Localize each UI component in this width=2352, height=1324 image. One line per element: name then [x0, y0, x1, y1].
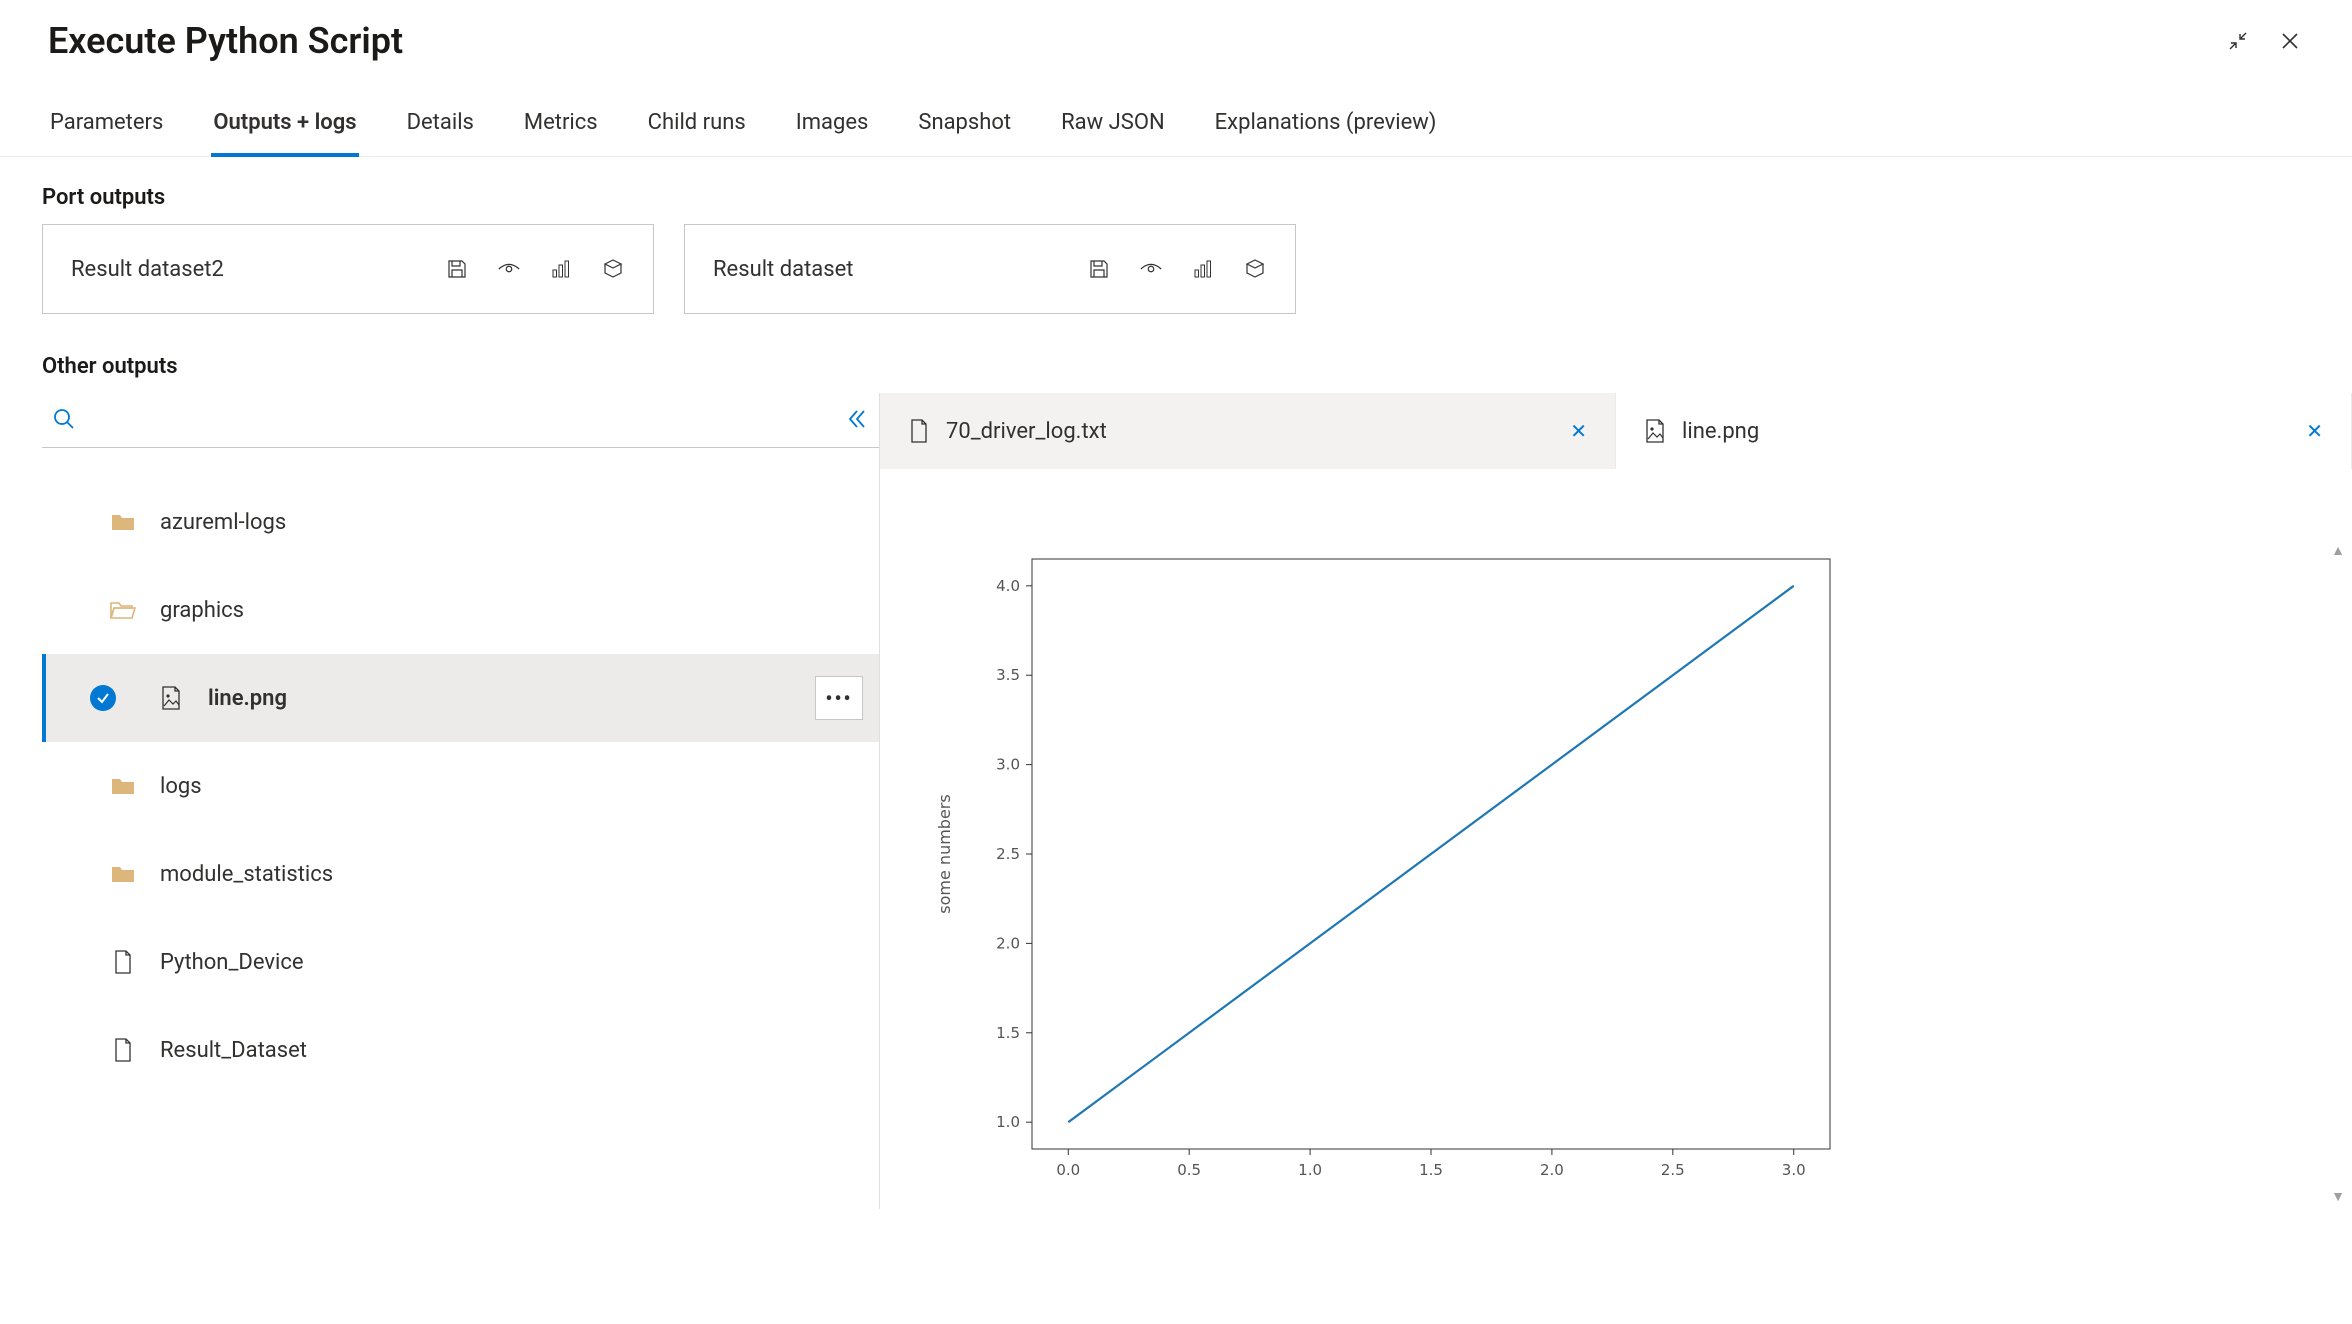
line-chart: 0.0 0.5 1.0 1.5 2.0 2.5 3.0 1.0 1.5 2.0 2.5 3.0 3.5 4… [920, 529, 1850, 1209]
tab-outputs-logs[interactable]: Outputs + logs [211, 110, 358, 157]
port-output-card: Result dataset2 [42, 224, 654, 314]
chart-ylabel: some numbers [935, 794, 954, 913]
chart-xtick: 3.0 [1782, 1161, 1806, 1179]
image-icon [1644, 420, 1666, 442]
other-outputs-heading: Other outputs [42, 354, 2310, 379]
port-output-label: Result dataset2 [71, 257, 445, 282]
vertical-scrollbar[interactable]: ▲ ▼ [2324, 537, 2352, 1209]
save-icon[interactable] [1087, 257, 1111, 281]
tree-item-label: Python_Device [160, 950, 304, 975]
visualize-icon[interactable] [549, 257, 573, 281]
chart-ytick: 2.5 [996, 845, 1020, 863]
tree-item-logs[interactable]: logs [42, 742, 879, 830]
preview-icon[interactable] [497, 257, 521, 281]
file-tab-line-png[interactable]: line.png ✕ [1616, 393, 2352, 469]
chart-ytick: 2.0 [996, 934, 1020, 952]
folder-open-icon [110, 597, 136, 623]
port-output-label: Result dataset [713, 257, 1087, 282]
page-title: Execute Python Script [48, 20, 2224, 62]
file-icon [110, 1037, 136, 1063]
tab-images[interactable]: Images [794, 110, 871, 156]
folder-icon [110, 861, 136, 887]
scroll-up-icon[interactable]: ▲ [2324, 537, 2352, 563]
tab-snapshot[interactable]: Snapshot [916, 110, 1013, 156]
chart-ytick: 3.5 [996, 666, 1020, 684]
file-tab-label: line.png [1682, 419, 2290, 444]
tree-item-result-dataset[interactable]: Result_Dataset [42, 1006, 879, 1094]
tab-details[interactable]: Details [405, 110, 476, 156]
save-icon[interactable] [445, 257, 469, 281]
tree-item-label: logs [160, 774, 202, 799]
tree-item-label: azureml-logs [160, 510, 286, 535]
chart-ytick: 4.0 [996, 577, 1020, 595]
chart-ytick: 1.5 [996, 1024, 1020, 1042]
checkmark-icon [90, 685, 116, 711]
tab-explanations-preview-[interactable]: Explanations (preview) [1213, 110, 1439, 156]
chart-series [1068, 586, 1793, 1122]
search-icon[interactable] [50, 405, 78, 433]
chart-xtick: 0.0 [1056, 1161, 1080, 1179]
tree-item-label: Result_Dataset [160, 1038, 307, 1063]
tree-item-line-png[interactable]: line.png ••• [42, 654, 879, 742]
chart-xtick: 2.5 [1661, 1161, 1685, 1179]
restore-icon[interactable] [2224, 27, 2252, 55]
tree-item-module-statistics[interactable]: module_statistics [42, 830, 879, 918]
port-output-card: Result dataset [684, 224, 1296, 314]
chart-xtick: 1.0 [1298, 1161, 1322, 1179]
port-outputs-heading: Port outputs [42, 185, 2310, 210]
tree-item-python-device[interactable]: Python_Device [42, 918, 879, 1006]
folder-icon [110, 509, 136, 535]
chart-xtick: 1.5 [1419, 1161, 1443, 1179]
register-dataset-icon[interactable] [1243, 257, 1267, 281]
close-tab-icon[interactable]: ✕ [1570, 419, 1587, 443]
chart-xtick: 2.0 [1540, 1161, 1564, 1179]
file-tab-70-driver-log-txt[interactable]: 70_driver_log.txt ✕ [880, 393, 1616, 469]
folder-icon [110, 773, 136, 799]
chart-ytick: 3.0 [996, 756, 1020, 774]
collapse-icon[interactable] [843, 405, 871, 433]
image-icon [158, 685, 184, 711]
register-dataset-icon[interactable] [601, 257, 625, 281]
tab-child-runs[interactable]: Child runs [646, 110, 748, 156]
more-button[interactable]: ••• [815, 676, 863, 720]
close-icon[interactable] [2276, 27, 2304, 55]
tree-item-azureml-logs[interactable]: azureml-logs [42, 478, 879, 566]
close-tab-icon[interactable]: ✕ [2306, 419, 2323, 443]
visualize-icon[interactable] [1191, 257, 1215, 281]
tree-item-label: graphics [160, 598, 244, 623]
tab-raw-json[interactable]: Raw JSON [1059, 110, 1167, 156]
scroll-down-icon[interactable]: ▼ [2324, 1183, 2352, 1209]
chart-ytick: 1.0 [996, 1113, 1020, 1131]
tab-metrics[interactable]: Metrics [522, 110, 600, 156]
tree-item-label: module_statistics [160, 862, 333, 887]
tree-item-label: line.png [208, 686, 287, 711]
chart-xtick: 0.5 [1177, 1161, 1201, 1179]
file-tab-label: 70_driver_log.txt [946, 419, 1554, 444]
tree-item-graphics[interactable]: graphics [42, 566, 879, 654]
file-icon [908, 420, 930, 442]
tab-parameters[interactable]: Parameters [48, 110, 165, 156]
file-icon [110, 949, 136, 975]
preview-icon[interactable] [1139, 257, 1163, 281]
